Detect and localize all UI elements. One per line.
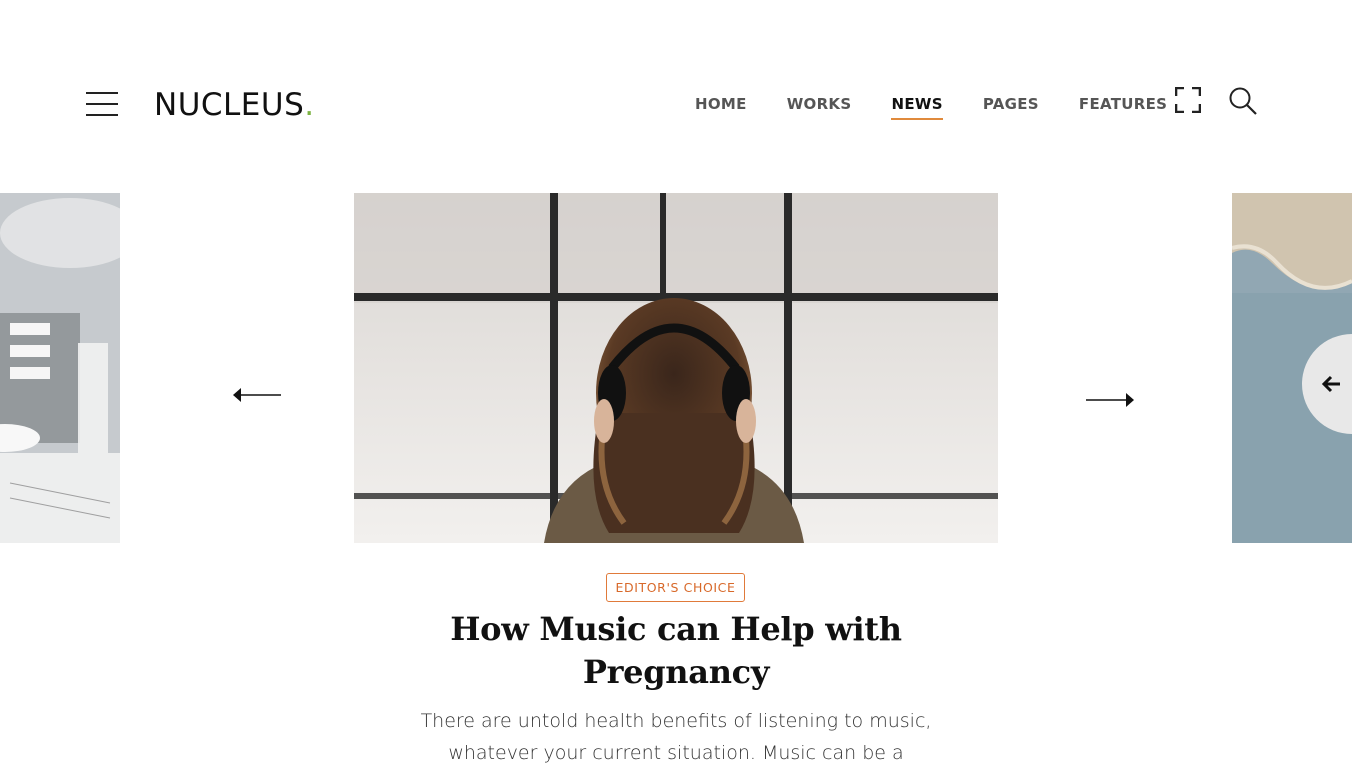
nav-features[interactable]: FEATURES: [1079, 94, 1167, 120]
hamburger-line: [86, 114, 118, 116]
previous-slide-image[interactable]: [0, 193, 120, 543]
nav-works[interactable]: WORKS: [787, 94, 852, 120]
hamburger-menu-icon[interactable]: [86, 92, 118, 116]
nav-pages[interactable]: PAGES: [983, 94, 1039, 120]
article-excerpt: There are untold health benefits of list…: [420, 705, 932, 768]
excerpt-line: There are untold health benefits of list…: [420, 710, 932, 732]
arrow-left-icon[interactable]: [232, 385, 282, 405]
main-nav: HOME WORKS NEWS PAGES FEATURES: [695, 94, 1167, 120]
arrow-right-icon[interactable]: [1085, 390, 1135, 410]
nav-home[interactable]: HOME: [695, 94, 747, 120]
search-icon[interactable]: [1229, 87, 1257, 115]
category-badge[interactable]: EDITOR'S CHOICE: [606, 573, 745, 602]
excerpt-line: whatever your current situation. Music c…: [448, 742, 904, 764]
back-arrow-icon: [1321, 375, 1340, 393]
article-title[interactable]: How Music can Help with Pregnancy: [400, 608, 952, 694]
hamburger-line: [86, 92, 118, 94]
nav-news[interactable]: NEWS: [891, 94, 944, 120]
featured-slide-image[interactable]: [354, 193, 998, 543]
hamburger-line: [86, 103, 118, 105]
article-title-line: Pregnancy: [582, 653, 770, 691]
fullscreen-icon[interactable]: [1174, 86, 1202, 114]
article-title-line: How Music can Help with: [450, 610, 902, 648]
site-logo[interactable]: NUCLEUS.: [154, 86, 315, 124]
logo-dot: .: [304, 87, 315, 123]
logo-text: NUCLEUS: [154, 87, 305, 123]
